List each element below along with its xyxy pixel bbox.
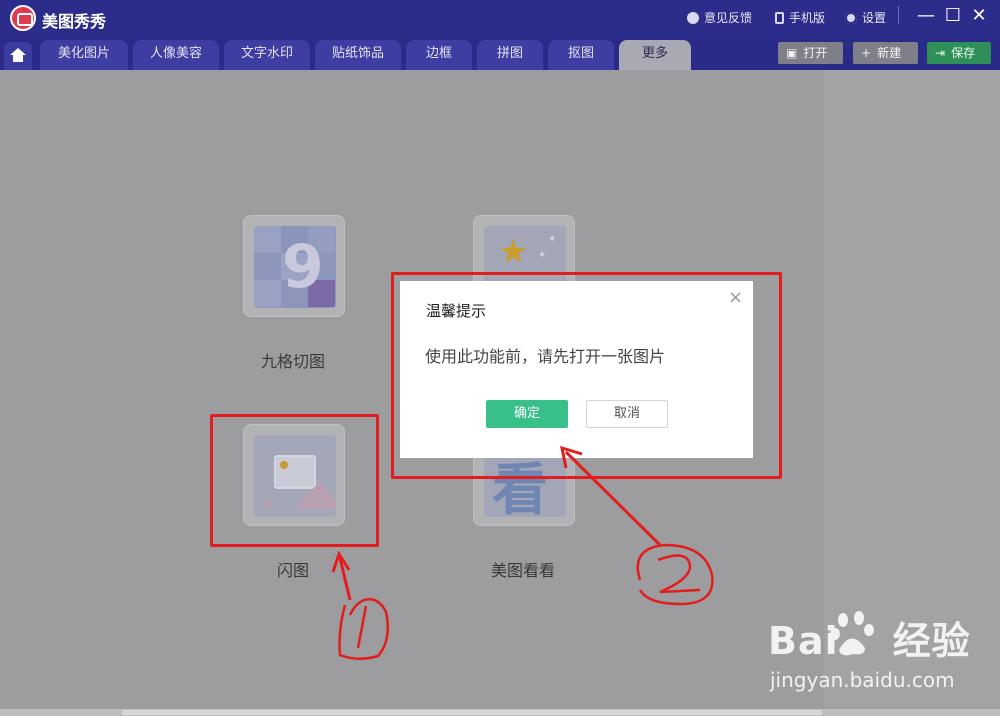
image-icon: ▣	[786, 46, 798, 60]
tab-stickers[interactable]: 贴纸饰品	[315, 40, 401, 70]
tab-collage[interactable]: 拼图	[477, 40, 543, 70]
horizontal-scrollbar[interactable]	[0, 709, 1000, 716]
minimize-button[interactable]: —	[915, 5, 937, 27]
tab-frames[interactable]: 边框	[406, 40, 472, 70]
baidu-watermark-url: jingyan.baidu.com	[770, 668, 955, 692]
home-icon	[10, 48, 26, 55]
annotation-box-1	[210, 414, 379, 547]
app-title: 美图秀秀	[42, 12, 107, 31]
tab-beautify[interactable]: 美化图片	[40, 40, 128, 70]
titlebar-divider	[898, 6, 899, 24]
gear-icon	[845, 12, 857, 24]
save-button[interactable]: ⇥ 保存	[927, 42, 991, 64]
mobile-label: 手机版	[789, 11, 826, 25]
settings-link[interactable]: 设置	[845, 9, 886, 26]
tab-bar: 美化图片 人像美容 文字水印 贴纸饰品 边框 拼图 抠图 更多 ▣ 打开 + 新建 …	[0, 36, 1000, 70]
settings-label: 设置	[862, 11, 887, 25]
meitu-logo-icon	[10, 5, 36, 31]
new-button[interactable]: + 新建	[853, 42, 918, 64]
flash-image-label: 闪图	[276, 561, 309, 580]
nine-grid-label: 九格切图	[260, 352, 325, 371]
plus-icon: +	[861, 46, 872, 60]
phone-icon	[775, 12, 784, 24]
home-tab[interactable]	[4, 42, 32, 70]
tab-cutout[interactable]: 抠图	[548, 40, 614, 70]
open-button[interactable]: ▣ 打开	[778, 42, 843, 64]
annotation-box-2	[391, 272, 782, 479]
maximize-button[interactable]: ☐	[942, 5, 964, 27]
feedback-label: 意见反馈	[704, 11, 753, 25]
nine-grid-icon: 9	[254, 226, 336, 308]
export-icon: ⇥	[935, 46, 946, 60]
mobile-version-link[interactable]: 手机版	[775, 9, 825, 26]
tab-text-watermark[interactable]: 文字水印	[224, 40, 310, 70]
scrollbar-thumb[interactable]	[122, 710, 822, 715]
tab-more[interactable]: 更多	[619, 40, 691, 70]
chat-bubble-icon	[687, 12, 699, 24]
tab-portrait[interactable]: 人像美容	[133, 40, 219, 70]
feedback-link[interactable]: 意见反馈	[687, 9, 752, 26]
meitu-viewer-label: 美图看看	[490, 561, 555, 580]
title-bar: 美图秀秀 意见反馈 手机版 设置 — ☐ ✕	[0, 0, 1000, 36]
close-window-button[interactable]: ✕	[968, 5, 990, 27]
nine-grid-card[interactable]: 9	[243, 215, 345, 317]
baidu-paw-icon	[830, 611, 874, 656]
